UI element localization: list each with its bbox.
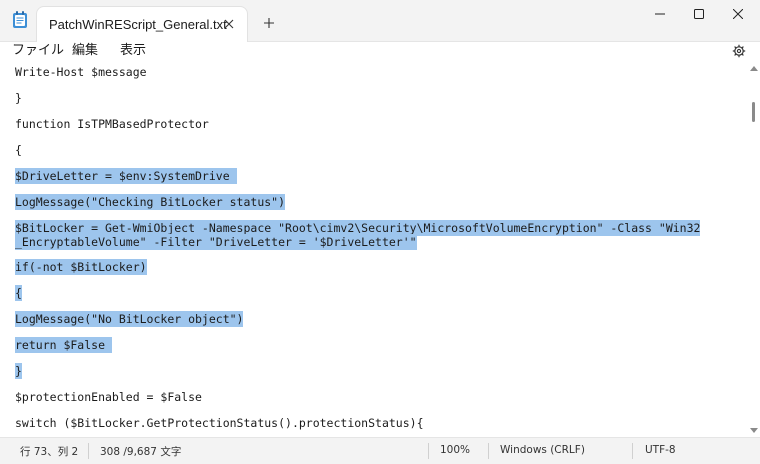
plus-icon xyxy=(264,18,274,28)
tab-title: PatchWinREScript_General.txt xyxy=(49,17,227,32)
notepad-icon xyxy=(12,11,28,29)
editor-line: { xyxy=(15,143,22,157)
settings-button[interactable] xyxy=(730,42,748,60)
close-icon xyxy=(733,9,743,19)
title-bar: PatchWinREScript_General.txt xyxy=(0,0,760,43)
menu-bar: ファイル 編集 表示 xyxy=(0,42,760,62)
editor-line: } xyxy=(15,91,22,105)
gear-icon xyxy=(732,44,746,58)
menu-view[interactable]: 表示 xyxy=(120,42,146,60)
encoding[interactable]: UTF-8 xyxy=(645,444,676,456)
minimize-button[interactable] xyxy=(638,0,682,28)
minimize-icon xyxy=(655,13,665,15)
editor-line-selected: { xyxy=(15,285,22,301)
editor-line-selected: _EncryptableVolume" -Filter "DriveLetter… xyxy=(15,234,417,250)
text-editor[interactable]: Write-Host $message } function IsTPMBase… xyxy=(0,62,748,437)
status-divider xyxy=(488,443,489,459)
editor-line-selected: LogMessage("No BitLocker object") xyxy=(15,311,244,327)
vertical-scrollbar[interactable] xyxy=(748,62,760,437)
scroll-down-icon[interactable] xyxy=(750,428,758,433)
scroll-up-icon[interactable] xyxy=(750,66,758,71)
editor-line-selected: return $False xyxy=(15,337,112,353)
editor-line: function IsTPMBasedProtector xyxy=(15,117,209,131)
status-divider xyxy=(88,443,89,459)
tab-close-icon[interactable] xyxy=(219,14,239,34)
line-ending[interactable]: Windows (CRLF) xyxy=(500,444,585,456)
editor-line-selected: if(-not $BitLocker) xyxy=(15,259,147,275)
status-divider xyxy=(428,443,429,459)
character-count: 308 /9,687 文字 xyxy=(100,446,182,458)
maximize-button[interactable] xyxy=(677,0,721,28)
menu-file[interactable]: ファイル xyxy=(12,42,64,60)
status-bar: 行 73、列 2 308 /9,687 文字 100% Windows (CRL… xyxy=(0,437,760,464)
maximize-icon xyxy=(694,9,704,19)
menu-edit[interactable]: 編集 xyxy=(72,42,98,60)
close-button[interactable] xyxy=(716,0,760,28)
editor-line-selected: $DriveLetter = $env:SystemDrive xyxy=(15,168,237,184)
editor-line-selected: } xyxy=(15,363,22,379)
editor-line: $protectionEnabled = $False xyxy=(15,390,202,404)
editor-line: switch ($BitLocker.GetProtectionStatus()… xyxy=(15,416,424,430)
zoom-level[interactable]: 100% xyxy=(440,444,470,456)
tab-file[interactable]: PatchWinREScript_General.txt xyxy=(36,6,248,43)
new-tab-button[interactable] xyxy=(258,12,280,34)
scroll-thumb[interactable] xyxy=(752,102,755,122)
editor-line: Write-Host $message xyxy=(15,65,147,79)
editor-line-selected: LogMessage("Checking BitLocker status") xyxy=(15,194,286,210)
status-divider xyxy=(632,443,633,459)
cursor-position: 行 73、列 2 xyxy=(20,446,79,458)
